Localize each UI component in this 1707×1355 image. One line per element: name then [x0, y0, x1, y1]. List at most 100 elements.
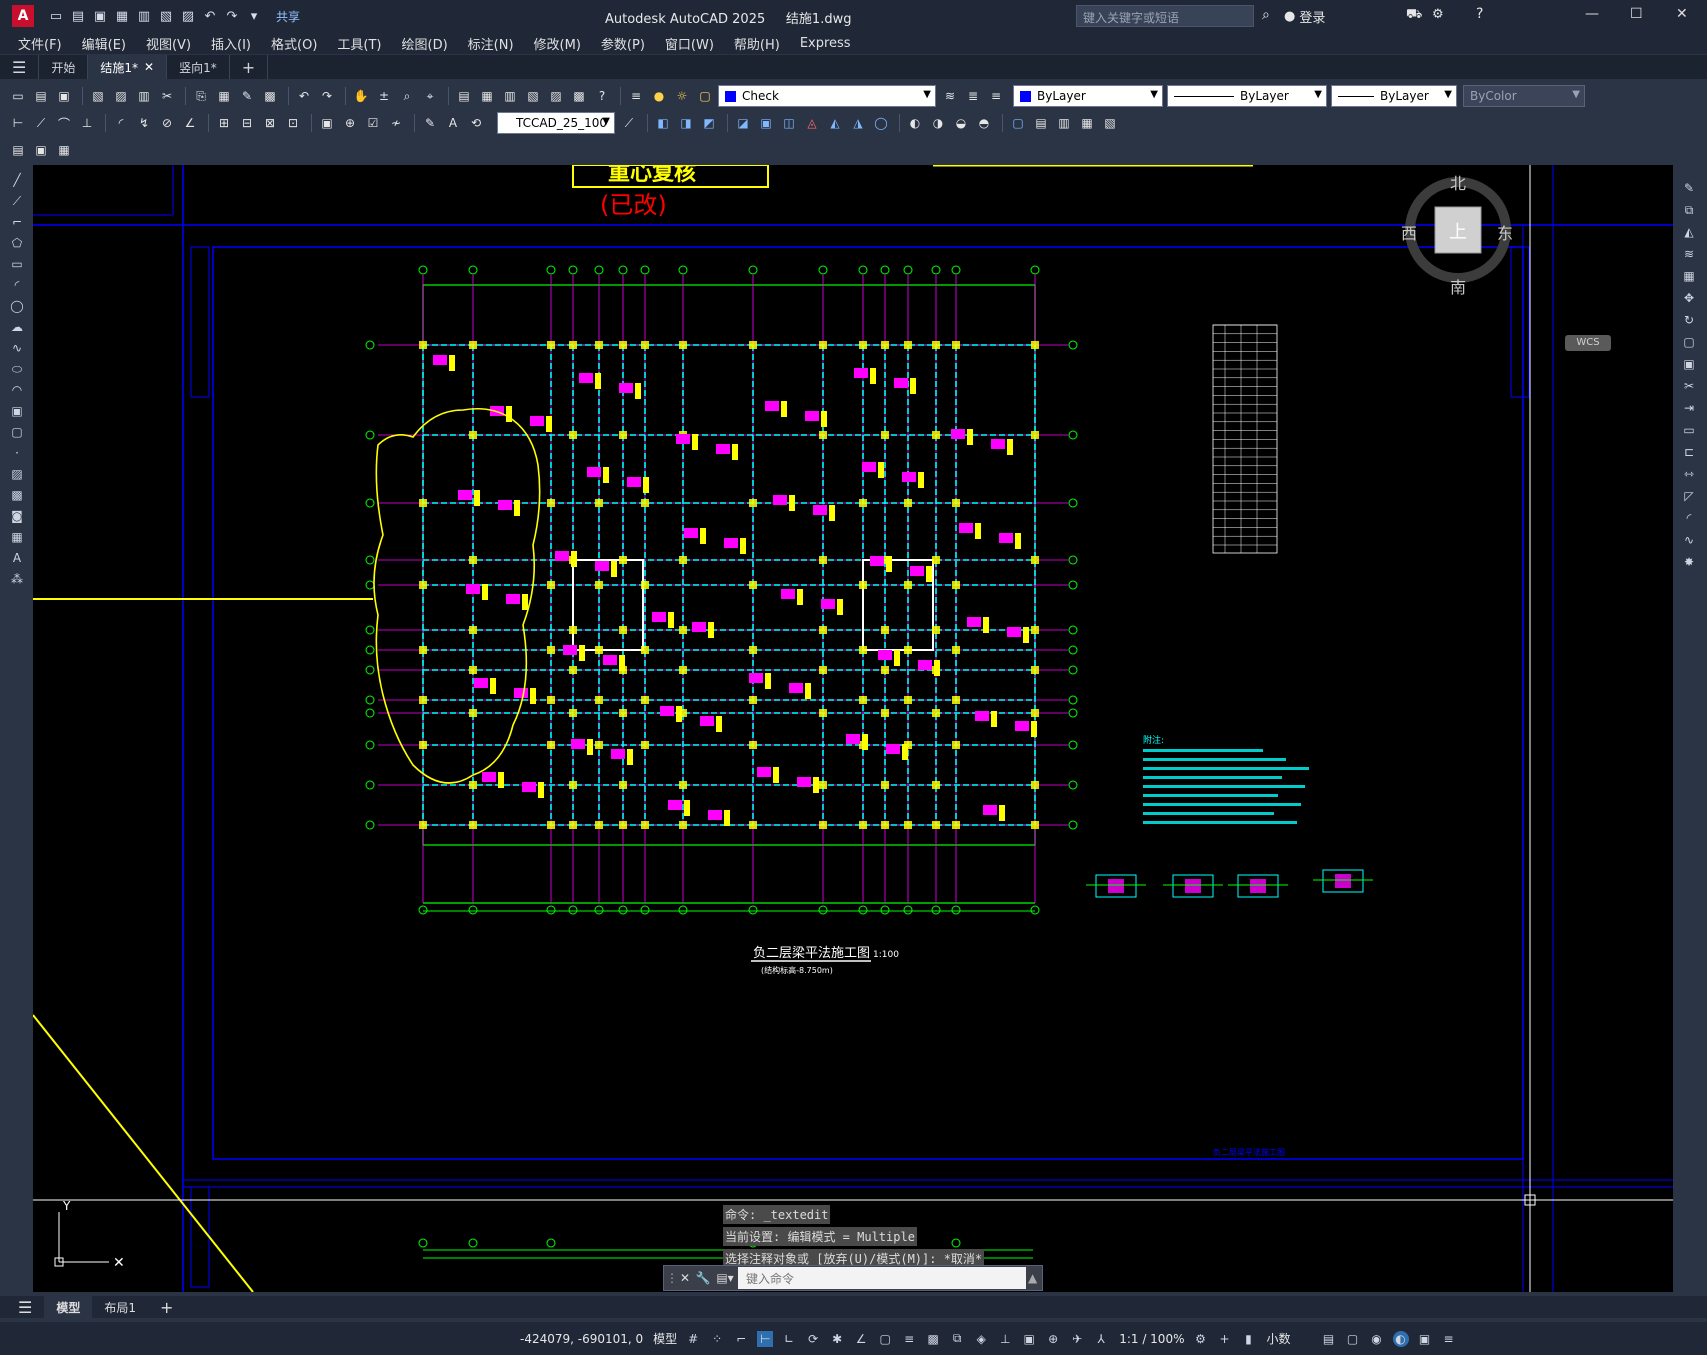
command-input[interactable]: 键入命令 — [738, 1267, 1026, 1289]
linetype-dropdown[interactable]: ByLayer ▼ — [1167, 85, 1327, 107]
snap-icon[interactable]: ⁘ — [709, 1331, 725, 1347]
layout-tab[interactable]: 布局1 — [92, 1296, 148, 1318]
publish-icon[interactable]: ▥ — [134, 86, 154, 106]
command-drag-handle[interactable]: ⋮ — [666, 1271, 678, 1285]
add-selected-icon[interactable]: ⁂ — [9, 570, 25, 588]
angular-icon[interactable]: ∠ — [180, 113, 200, 133]
viewcube-north[interactable]: 北 — [1450, 170, 1466, 194]
menu-item[interactable]: 修改(M) — [534, 34, 581, 53]
continue-icon[interactable]: ⊠ — [260, 113, 280, 133]
calculator-icon[interactable]: ▩ — [569, 86, 589, 106]
help-icon[interactable]: ? — [592, 86, 612, 106]
infer-constraints-icon[interactable]: ⌐ — [733, 1331, 749, 1347]
maximize-icon[interactable]: ☐ — [1630, 6, 1643, 22]
layout-tab[interactable]: 模型 — [44, 1296, 93, 1318]
ellipse-arc-icon[interactable]: ◠ — [9, 381, 25, 399]
annotation-visibility-icon[interactable]: ✈ — [1069, 1331, 1085, 1347]
make-current-layer-icon[interactable]: ≋ — [940, 86, 960, 106]
workspace-gear-icon[interactable]: ⚙ — [1192, 1331, 1208, 1347]
viewcube-east[interactable]: 东 — [1497, 220, 1513, 244]
isodraft-icon[interactable]: ✱ — [829, 1331, 845, 1347]
fly-icon[interactable]: ▥ — [1054, 113, 1074, 133]
layer-dropdown[interactable]: Check ▼ — [718, 85, 936, 107]
arc-icon[interactable]: ◜ — [9, 276, 25, 294]
layer-lock-icon[interactable]: ▢ — [695, 86, 715, 106]
preview-icon[interactable]: ▨ — [111, 86, 131, 106]
radius-icon[interactable]: ◜ — [111, 113, 131, 133]
menu-item[interactable]: 视图(V) — [146, 34, 191, 53]
units-dropdown[interactable]: 小数 — [1266, 1330, 1290, 1347]
dim-style-icon[interactable]: ⟋ — [619, 113, 639, 133]
new-file-icon[interactable]: ▭ — [48, 8, 64, 24]
customization-icon[interactable]: ≡ — [1441, 1331, 1457, 1347]
file-tab[interactable]: 开始 — [39, 55, 89, 79]
drawing-canvas[interactable]: Y ✕ 重心复核 (已改) 负二层梁平法施工图 1:100 (结构标高-8.75… — [33, 165, 1673, 1292]
stretch-icon[interactable]: ▣ — [1681, 355, 1697, 373]
publish-3d-icon[interactable]: ▣ — [31, 140, 51, 160]
scale-icon[interactable]: ▢ — [1681, 333, 1697, 351]
undo-icon[interactable]: ↶ — [202, 8, 218, 24]
model-space-toggle[interactable]: 模型 — [653, 1330, 677, 1347]
new-tab-icon[interactable]: + — [230, 55, 269, 79]
extend-icon[interactable]: ⇥ — [1681, 399, 1697, 417]
markup-icon[interactable]: ▨ — [546, 86, 566, 106]
polyline-icon[interactable]: ⌐ — [9, 213, 25, 231]
jogged-icon[interactable]: ↯ — [134, 113, 154, 133]
box-icon[interactable]: ▣ — [756, 113, 776, 133]
copy-icon[interactable]: ⎘ — [191, 86, 211, 106]
construction-line-icon[interactable]: ⟋ — [9, 192, 25, 210]
revision-cloud-icon[interactable]: ☁ — [9, 318, 25, 336]
animation-icon[interactable]: ▦ — [1077, 113, 1097, 133]
walk-icon[interactable]: ▤ — [1031, 113, 1051, 133]
plotstyle-dropdown[interactable]: ByColor ▼ — [1463, 85, 1585, 107]
rectangle-icon[interactable]: ▭ — [9, 255, 25, 273]
clean-screen-icon[interactable]: ▣ — [1417, 1331, 1433, 1347]
object-snap-tracking-icon[interactable]: ∠ — [853, 1331, 869, 1347]
sphere-icon[interactable]: ◬ — [802, 113, 822, 133]
print-icon[interactable]: ▨ — [180, 8, 196, 24]
array-icon[interactable]: ▦ — [1681, 267, 1697, 285]
jogged-linear-icon[interactable]: ≁ — [386, 113, 406, 133]
break-icon[interactable]: ⊏ — [1681, 443, 1697, 461]
polygon-icon[interactable]: ⬠ — [9, 234, 25, 252]
space-icon[interactable]: ⊡ — [283, 113, 303, 133]
dim-update-icon[interactable]: ⟲ — [466, 113, 486, 133]
mirror-icon[interactable]: ◭ — [1681, 223, 1697, 241]
center-mark-icon[interactable]: ⊕ — [340, 113, 360, 133]
dynamic-ucs-icon[interactable]: ⊥ — [997, 1331, 1013, 1347]
make-block-icon[interactable]: ▢ — [9, 423, 25, 441]
close-tab-icon[interactable]: ✕ — [144, 60, 154, 74]
dynamic-input-icon[interactable]: ⊢ — [757, 1330, 774, 1347]
open-folder-icon[interactable]: ▤ — [70, 8, 86, 24]
autodesk-app-icon[interactable]: ⚙ — [1432, 7, 1444, 22]
plot-icon[interactable]: ▧ — [158, 8, 174, 24]
redo-icon[interactable]: ↷ — [224, 8, 240, 24]
menu-item[interactable]: 帮助(H) — [734, 34, 780, 53]
lineweight-dropdown[interactable]: ByLayer ▼ — [1331, 85, 1457, 107]
render-icon[interactable]: ◑ — [928, 113, 948, 133]
trim-icon[interactable]: ✂ — [1681, 377, 1697, 395]
3d-osnap-icon[interactable]: ◈ — [973, 1331, 989, 1347]
properties-icon[interactable]: ▤ — [454, 86, 474, 106]
quick-properties-icon[interactable]: ▤ — [1321, 1331, 1337, 1347]
orbit-icon[interactable]: ◪ — [733, 113, 753, 133]
menu-item[interactable]: 文件(F) — [18, 34, 62, 53]
view-left-icon[interactable]: ◩ — [699, 113, 719, 133]
arc-length-icon[interactable]: ⌒ — [54, 113, 74, 133]
pan-icon[interactable]: ✋ — [351, 86, 371, 106]
save-as-icon[interactable]: ▦ — [114, 8, 130, 24]
plot-icon[interactable]: ▧ — [88, 86, 108, 106]
layer-previous-icon[interactable]: ≣ — [963, 86, 983, 106]
customize-dropdown-icon[interactable]: ▾ — [246, 8, 262, 24]
menu-item[interactable]: 编辑(E) — [82, 34, 126, 53]
layer-properties-icon[interactable]: ≡ — [626, 86, 646, 106]
mtext-icon[interactable]: A — [9, 549, 25, 567]
menu-item[interactable]: 插入(I) — [211, 34, 251, 53]
polar-icon[interactable]: ⟳ — [805, 1331, 821, 1347]
auto-scale-icon[interactable]: ⅄ — [1093, 1331, 1109, 1347]
command-expand-icon[interactable]: ▲ — [1028, 1271, 1042, 1285]
gizmo-icon[interactable]: ⊕ — [1045, 1331, 1061, 1347]
line-icon[interactable]: ╱ — [9, 171, 25, 189]
dim-edit-icon[interactable]: ✎ — [420, 113, 440, 133]
camera-icon[interactable]: ▢ — [1008, 113, 1028, 133]
